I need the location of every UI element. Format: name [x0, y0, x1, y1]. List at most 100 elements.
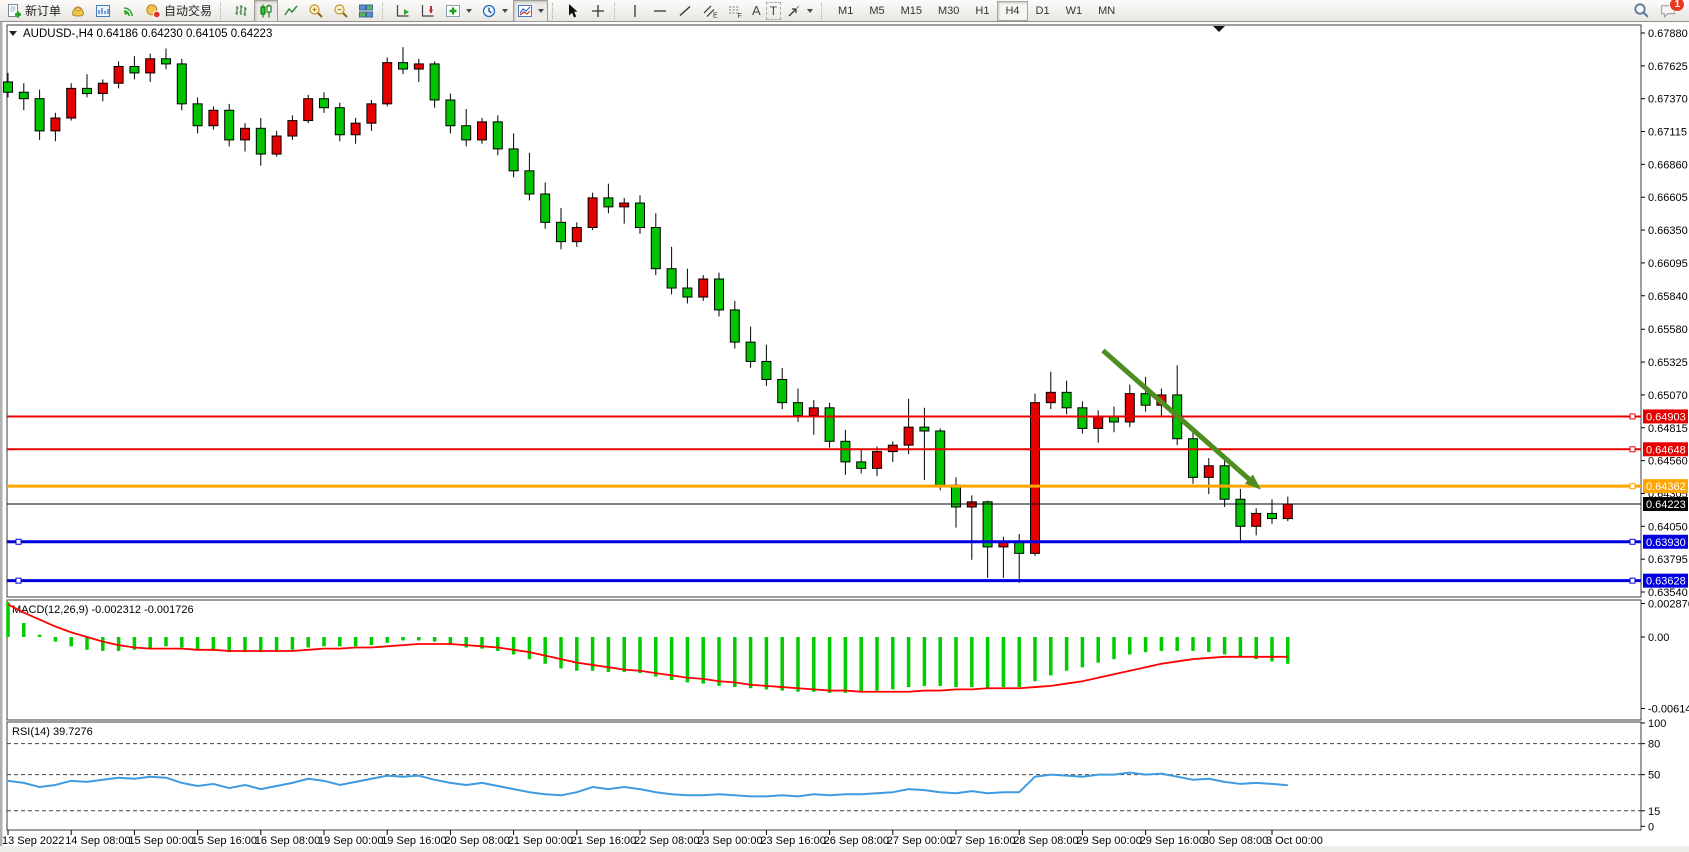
candle-body	[335, 108, 344, 135]
time-axis-label: 19 Sep 16:00	[381, 835, 446, 847]
crosshair-icon	[590, 3, 606, 19]
text-tool-button[interactable]: A	[748, 0, 765, 22]
search-button[interactable]	[1629, 0, 1654, 22]
timeframe-M1[interactable]: M1	[830, 1, 861, 21]
price-tag-label: 0.64903	[1646, 411, 1686, 423]
timeframe-M5[interactable]: M5	[861, 1, 892, 21]
hline-handle[interactable]	[1630, 539, 1635, 544]
candle-body	[1283, 504, 1292, 519]
timeframe-D1[interactable]: D1	[1028, 1, 1058, 21]
candle-body	[572, 227, 581, 241]
candle-body	[1268, 513, 1277, 518]
candle-body	[809, 408, 818, 416]
market-watch-button[interactable]	[66, 0, 90, 22]
price-tag-label: 0.63628	[1646, 576, 1686, 588]
templates-button[interactable]	[513, 0, 548, 22]
new-order-icon	[6, 3, 22, 19]
notifications-button[interactable]: 1	[1655, 0, 1681, 22]
main-chart-panel[interactable]	[7, 25, 1641, 597]
timeframe-M15[interactable]: M15	[893, 1, 930, 21]
candle-body	[177, 64, 186, 104]
timeframe-H4[interactable]: H4	[997, 1, 1027, 21]
candlestick-chart-button[interactable]	[254, 0, 278, 22]
trendline-tool-button[interactable]	[673, 0, 697, 22]
candle-body	[1062, 392, 1071, 407]
timeframe-W1[interactable]: W1	[1058, 1, 1091, 21]
chart-window-button[interactable]	[91, 0, 115, 22]
time-axis-label: 15 Sep 16:00	[192, 835, 257, 847]
indicators-button[interactable]	[441, 0, 476, 22]
periods-button[interactable]	[477, 0, 512, 22]
macd-panel[interactable]	[7, 600, 1641, 720]
bar-chart-button[interactable]	[229, 0, 253, 22]
candle-body	[651, 227, 660, 268]
auto-trading-label: 自动交易	[164, 2, 212, 19]
time-axis-label: 14 Sep 08:00	[65, 835, 130, 847]
rsi-panel[interactable]	[7, 722, 1641, 830]
time-axis-label: 22 Sep 08:00	[634, 835, 699, 847]
tile-windows-button[interactable]	[354, 0, 378, 22]
zoom-out-button[interactable]	[329, 0, 353, 22]
candle-body	[936, 431, 945, 485]
timeframe-H1[interactable]: H1	[967, 1, 997, 21]
candle-body	[225, 110, 234, 140]
chart-window[interactable]: 0.678800.676250.673700.671150.668600.666…	[0, 22, 1689, 852]
chart-svg[interactable]: 0.678800.676250.673700.671150.668600.666…	[0, 22, 1689, 852]
horizontal-line-tool-button[interactable]	[648, 0, 672, 22]
timeframe-MN[interactable]: MN	[1090, 1, 1123, 21]
candle-body	[983, 502, 992, 547]
hline-handle[interactable]	[1630, 414, 1635, 419]
hline-handle[interactable]	[1630, 447, 1635, 452]
candle-body	[367, 104, 376, 123]
hline-handle[interactable]	[1630, 578, 1635, 583]
chart-window-icon	[95, 3, 111, 19]
candle-body	[873, 452, 882, 469]
candle-body	[857, 462, 866, 468]
auto-trading-button[interactable]: 自动交易	[141, 0, 216, 22]
hline-handle[interactable]	[16, 539, 21, 544]
signals-button[interactable]	[116, 0, 140, 22]
timeframe-toolbar: M1M5M15M30H1H4D1W1MN	[830, 1, 1123, 21]
auto-scroll-icon	[395, 3, 411, 19]
window-left-edge	[0, 22, 3, 846]
timeframe-M30[interactable]: M30	[930, 1, 967, 21]
candle-body	[715, 279, 724, 310]
candle-body	[1110, 417, 1119, 422]
cursor-tool-button[interactable]	[561, 0, 585, 22]
channel-tool-button[interactable]: E	[698, 0, 722, 22]
price-axis-label: 0.64560	[1648, 456, 1688, 468]
arrows-tool-button[interactable]	[782, 0, 817, 22]
candle-body	[288, 121, 297, 136]
new-order-label: 新订单	[25, 2, 61, 19]
price-axis-label: 0.64815	[1648, 423, 1688, 435]
text-label-tool-button[interactable]: T	[766, 2, 781, 20]
candle-body	[272, 136, 281, 154]
candle-body	[351, 123, 360, 135]
time-axis-label: 19 Sep 00:00	[318, 835, 383, 847]
line-chart-button[interactable]	[279, 0, 303, 22]
crosshair-tool-button[interactable]	[586, 0, 610, 22]
macd-label: MACD(12,26,9) -0.002312 -0.001726	[12, 604, 194, 616]
main-toolbar: 新订单 自动交易	[0, 0, 1689, 22]
zoom-in-button[interactable]	[304, 0, 328, 22]
fibonacci-tool-button[interactable]: F	[723, 0, 747, 22]
vertical-line-tool-button[interactable]	[623, 0, 647, 22]
candle-body	[430, 64, 439, 100]
equidistant-channel-icon: E	[702, 3, 718, 19]
candle-body	[83, 88, 92, 93]
new-order-button[interactable]: 新订单	[2, 0, 65, 22]
hline-handle[interactable]	[16, 578, 21, 583]
auto-trading-icon	[145, 3, 161, 19]
chart-shift-button[interactable]	[416, 0, 440, 22]
rsi-axis-label: 50	[1648, 770, 1660, 782]
auto-scroll-button[interactable]	[391, 0, 415, 22]
rsi-axis-label: 100	[1648, 718, 1666, 730]
horizontal-line-icon	[652, 3, 668, 19]
candle-body	[636, 203, 645, 227]
candle-body	[19, 92, 28, 98]
zoom-out-icon	[333, 3, 349, 19]
fibo-letter: F	[738, 13, 742, 19]
time-axis-label: 3 Oct 00:00	[1266, 835, 1323, 847]
hline-handle[interactable]	[1630, 484, 1635, 489]
candle-body	[541, 194, 550, 222]
